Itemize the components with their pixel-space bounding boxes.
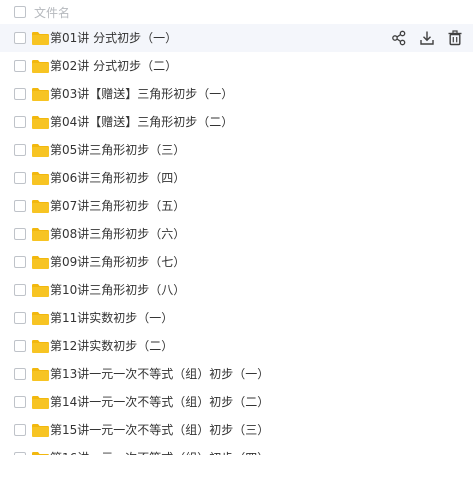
row-checkbox[interactable] (14, 424, 26, 436)
file-name[interactable]: 第04讲【赠送】三角形初步（二） (50, 108, 233, 136)
list-bottom-fade (0, 455, 473, 477)
folder-icon (32, 116, 49, 129)
file-row[interactable]: 第14讲一元一次不等式（组）初步（二） (0, 388, 473, 416)
folder-icon (32, 32, 49, 45)
folder-icon (32, 284, 49, 297)
file-row[interactable]: 第08讲三角形初步（六） (0, 220, 473, 248)
file-rows: 第01讲 分式初步（一） 第02讲 分式初步（二） 第03讲【赠送】三角形初步（一）… (0, 24, 473, 455)
file-row[interactable]: 第07讲三角形初步（五） (0, 192, 473, 220)
folder-icon (32, 144, 49, 157)
row-checkbox[interactable] (14, 340, 26, 352)
folder-icon (32, 88, 49, 101)
file-row[interactable]: 第01讲 分式初步（一） (0, 24, 473, 52)
file-list: 文件名 第01讲 分式初步（一） 第02讲 分式初步（二） 第03讲【赠送】三角形初… (0, 0, 473, 455)
column-header-filename[interactable]: 文件名 (34, 4, 70, 21)
file-name[interactable]: 第14讲一元一次不等式（组）初步（二） (50, 388, 269, 416)
download-icon (420, 31, 434, 45)
folder-icon (32, 228, 49, 241)
row-checkbox[interactable] (14, 88, 26, 100)
file-name[interactable]: 第07讲三角形初步（五） (50, 192, 185, 220)
share-icon (392, 30, 406, 46)
file-name[interactable]: 第15讲一元一次不等式（组）初步（三） (50, 416, 269, 444)
file-row[interactable]: 第03讲【赠送】三角形初步（一） (0, 80, 473, 108)
folder-icon (32, 396, 49, 409)
folder-icon (32, 256, 49, 269)
file-name[interactable]: 第03讲【赠送】三角形初步（一） (50, 80, 233, 108)
file-name[interactable]: 第09讲三角形初步（七） (50, 248, 185, 276)
file-name[interactable]: 第01讲 分式初步（一） (50, 24, 177, 52)
folder-icon (32, 172, 49, 185)
folder-icon (32, 312, 49, 325)
file-row[interactable]: 第16讲一元一次不等式（组）初步（四） (0, 444, 473, 455)
file-row[interactable]: 第05讲三角形初步（三） (0, 136, 473, 164)
row-checkbox[interactable] (14, 172, 26, 184)
file-row[interactable]: 第12讲实数初步（二） (0, 332, 473, 360)
row-checkbox[interactable] (14, 368, 26, 380)
list-header: 文件名 (0, 0, 473, 24)
file-name[interactable]: 第11讲实数初步（一） (50, 304, 173, 332)
select-all-checkbox[interactable] (14, 6, 26, 18)
folder-icon (32, 368, 49, 381)
row-checkbox[interactable] (14, 60, 26, 72)
file-name[interactable]: 第10讲三角形初步（八） (50, 276, 185, 304)
row-checkbox[interactable] (14, 396, 26, 408)
folder-icon (32, 60, 49, 73)
file-name[interactable]: 第08讲三角形初步（六） (50, 220, 185, 248)
file-row[interactable]: 第11讲实数初步（一） (0, 304, 473, 332)
row-checkbox[interactable] (14, 312, 26, 324)
file-row[interactable]: 第06讲三角形初步（四） (0, 164, 473, 192)
folder-icon (32, 200, 49, 213)
row-checkbox[interactable] (14, 116, 26, 128)
row-checkbox[interactable] (14, 200, 26, 212)
share-button[interactable] (385, 24, 413, 52)
trash-icon (448, 30, 462, 46)
row-checkbox[interactable] (14, 228, 26, 240)
row-checkbox[interactable] (14, 256, 26, 268)
file-row[interactable]: 第15讲一元一次不等式（组）初步（三） (0, 416, 473, 444)
file-row[interactable]: 第09讲三角形初步（七） (0, 248, 473, 276)
file-name[interactable]: 第12讲实数初步（二） (50, 332, 173, 360)
file-name[interactable]: 第05讲三角形初步（三） (50, 136, 185, 164)
file-row[interactable]: 第13讲一元一次不等式（组）初步（一） (0, 360, 473, 388)
delete-button[interactable] (441, 24, 469, 52)
row-checkbox[interactable] (14, 284, 26, 296)
row-checkbox[interactable] (14, 144, 26, 156)
file-name[interactable]: 第16讲一元一次不等式（组）初步（四） (50, 444, 269, 455)
row-actions (385, 24, 469, 52)
folder-icon (32, 340, 49, 353)
file-name[interactable]: 第02讲 分式初步（二） (50, 52, 177, 80)
file-name[interactable]: 第13讲一元一次不等式（组）初步（一） (50, 360, 269, 388)
folder-icon (32, 424, 49, 437)
file-row[interactable]: 第02讲 分式初步（二） (0, 52, 473, 80)
file-row[interactable]: 第04讲【赠送】三角形初步（二） (0, 108, 473, 136)
download-button[interactable] (413, 24, 441, 52)
file-name[interactable]: 第06讲三角形初步（四） (50, 164, 185, 192)
file-row[interactable]: 第10讲三角形初步（八） (0, 276, 473, 304)
row-checkbox[interactable] (14, 32, 26, 44)
